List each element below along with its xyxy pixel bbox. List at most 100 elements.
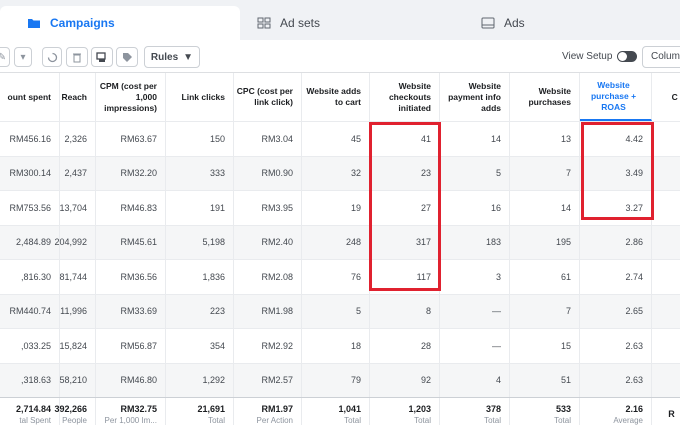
cell-checkouts-initiated: 28 xyxy=(370,329,440,363)
edit-icon[interactable]: ✎ xyxy=(0,47,10,67)
total-subtitle: Total xyxy=(484,416,501,425)
cell-payment-info-adds: 16 xyxy=(440,191,510,225)
cell-purchases: 195 xyxy=(510,225,580,259)
duplicate-icon[interactable] xyxy=(91,47,113,67)
rules-label: Rules xyxy=(150,51,179,63)
cell-adds-to-cart: 45 xyxy=(302,122,370,156)
cell-link-clicks: 333 xyxy=(166,156,234,190)
table-row[interactable]: RM456.16 2,326 RM63.67 150 RM3.04 45 41 14 13 4.4… xyxy=(0,121,680,156)
table-row[interactable]: 2,484.89 204,992 RM45.61 5,198 RM2.40 248 317 1… xyxy=(0,224,680,260)
columns-button[interactable]: Colum xyxy=(642,46,680,68)
toolbar: ✎ ▾ Rules ▼ View Setup Colum xyxy=(0,40,680,73)
column-header-reach[interactable]: Reach xyxy=(60,73,96,121)
total-value: 392,266 xyxy=(54,404,87,414)
cell-amount-spent: ,318.63 xyxy=(0,363,60,397)
cell-cpc: RM2.92 xyxy=(234,329,302,363)
column-header-cpm[interactable]: CPM (cost per 1,000 impressions) xyxy=(96,73,166,121)
cell-cpc: RM0.90 xyxy=(234,156,302,190)
cell-cpm: RM56.87 xyxy=(96,329,166,363)
cell-payment-info-adds: 3 xyxy=(440,260,510,294)
table-row[interactable]: RM440.7411,996RM33.69223RM1.9858—72.65R xyxy=(0,293,680,329)
tag-icon[interactable] xyxy=(116,47,138,67)
cell-reach: 2,326 xyxy=(60,122,96,156)
column-header-purchases[interactable]: Website purchases xyxy=(510,73,580,121)
column-header-adds-to-cart[interactable]: Website adds to cart xyxy=(302,73,370,121)
folder-icon xyxy=(26,16,42,30)
cell-cost-per-purchase: R xyxy=(652,329,680,363)
columns-label: Colum xyxy=(651,51,680,62)
cell-cpc: RM2.40 xyxy=(234,225,302,259)
table-row[interactable]: ,318.63 58,210 RM46.80 1,292 RM2.57 79 92 4 51 2.… xyxy=(0,362,680,397)
total-value: 378 xyxy=(485,404,501,414)
column-header-link-clicks[interactable]: Link clicks xyxy=(166,73,234,121)
total-subtitle: Total xyxy=(414,416,431,425)
cell-adds-to-cart: 76 xyxy=(302,260,370,294)
cell-adds-to-cart: 19 xyxy=(302,191,370,225)
cell-purchase-roas: 2.63 xyxy=(580,329,652,363)
column-header-payment-info-adds[interactable]: Website payment info adds xyxy=(440,73,510,121)
chevron-down-icon[interactable]: ▾ xyxy=(14,47,32,67)
table-row[interactable]: ,816.30 81,744 RM36.56 1,836 RM2.08 76 117 3 61 2… xyxy=(0,259,680,294)
cell-cpm: RM63.67 xyxy=(96,122,166,156)
trash-icon[interactable] xyxy=(66,47,88,67)
cell-cpm: RM45.61 xyxy=(96,225,166,259)
cell-cost-per-purchase: R xyxy=(652,295,680,329)
rules-button[interactable]: Rules ▼ xyxy=(144,46,200,68)
cell-payment-info-adds: — xyxy=(440,294,510,328)
total-value: RM32.75 xyxy=(120,404,157,414)
cell-cpc: RM3.04 xyxy=(234,122,302,156)
cell-reach: 11,996 xyxy=(60,294,96,328)
cell-purchases: 7 xyxy=(510,156,580,190)
total-link-clicks: 21,691 Total xyxy=(166,398,234,425)
table-row[interactable]: ,033.25 15,824 RM56.87 354 RM2.92 18 28—15 2.63… xyxy=(0,328,680,363)
cell-purchase-roas: 2.86 xyxy=(580,225,652,259)
total-subtitle: Total xyxy=(554,416,571,425)
total-subtitle: tal Spent xyxy=(19,416,51,425)
tab-adsets[interactable]: Ad sets xyxy=(246,6,464,40)
cell-adds-to-cart: 32 xyxy=(302,156,370,190)
cell-cpm: RM46.80 xyxy=(96,363,166,397)
column-header-purchase-roas[interactable]: Website purchase + ROAS xyxy=(580,73,652,121)
total-value: 1,203 xyxy=(408,404,431,414)
cell-cost-per-purchase: R xyxy=(652,260,680,294)
cell-amount-spent: RM456.16 xyxy=(0,122,60,156)
cell-purchases: 7 xyxy=(510,294,580,328)
column-header-checkouts-initiated[interactable]: Website checkouts initiated xyxy=(370,73,440,121)
column-header-amount-spent[interactable]: ount spent xyxy=(0,73,60,121)
cell-purchase-roas: 2.65 xyxy=(580,294,652,328)
cell-cost-per-purchase: R xyxy=(652,122,680,156)
cell-adds-to-cart: 18 xyxy=(302,329,370,363)
column-header-cost-per-purchase[interactable]: C Pu xyxy=(652,73,680,121)
cell-amount-spent: 2,484.89 xyxy=(0,225,60,259)
cell-amount-spent: ,033.25 xyxy=(0,329,60,363)
cell-amount-spent: RM753.56 xyxy=(0,191,60,225)
cell-cpc: RM1.98 xyxy=(234,294,302,328)
total-subtitle: Total xyxy=(208,416,225,425)
tab-ads[interactable]: Ads xyxy=(470,6,680,40)
view-setup-toggle[interactable] xyxy=(617,51,637,62)
cell-payment-info-adds: 5 xyxy=(440,156,510,190)
total-subtitle: Per Action xyxy=(256,416,293,425)
cell-checkouts-initiated: 8 xyxy=(370,294,440,328)
total-value: 533 xyxy=(555,404,571,414)
cell-purchases: 51 xyxy=(510,363,580,397)
total-subtitle: Total xyxy=(344,416,361,425)
cell-purchase-roas: 2.74 xyxy=(580,260,652,294)
tab-adsets-label: Ad sets xyxy=(280,16,321,30)
cell-cpm: RM36.56 xyxy=(96,260,166,294)
undo-icon[interactable] xyxy=(42,47,62,67)
table-row[interactable]: RM300.142,437RM32.20333RM0.903223573.49R xyxy=(0,155,680,190)
ad-icon xyxy=(480,16,496,30)
cell-link-clicks: 1,292 xyxy=(166,363,234,397)
total-value: 1,041 xyxy=(338,404,361,414)
total-payment-info-adds: 378 Total xyxy=(440,398,510,425)
cell-amount-spent: RM440.74 xyxy=(0,294,60,328)
total-purchases: 533 Total xyxy=(510,398,580,425)
tab-campaigns[interactable]: Campaigns xyxy=(0,6,240,40)
totals-row[interactable]: 2,714.84 tal Spent 392,266 People RM32.75 Per… xyxy=(0,397,680,425)
cell-cost-per-purchase: R xyxy=(652,226,680,260)
table-row[interactable]: RM753.56 13,704 RM46.83 191 RM3.95 19 27 16 14 3.… xyxy=(0,190,680,225)
total-value: 2,714.84 xyxy=(15,404,51,414)
cell-cpm: RM33.69 xyxy=(96,294,166,328)
column-header-cpc[interactable]: CPC (cost per link click) xyxy=(234,73,302,121)
